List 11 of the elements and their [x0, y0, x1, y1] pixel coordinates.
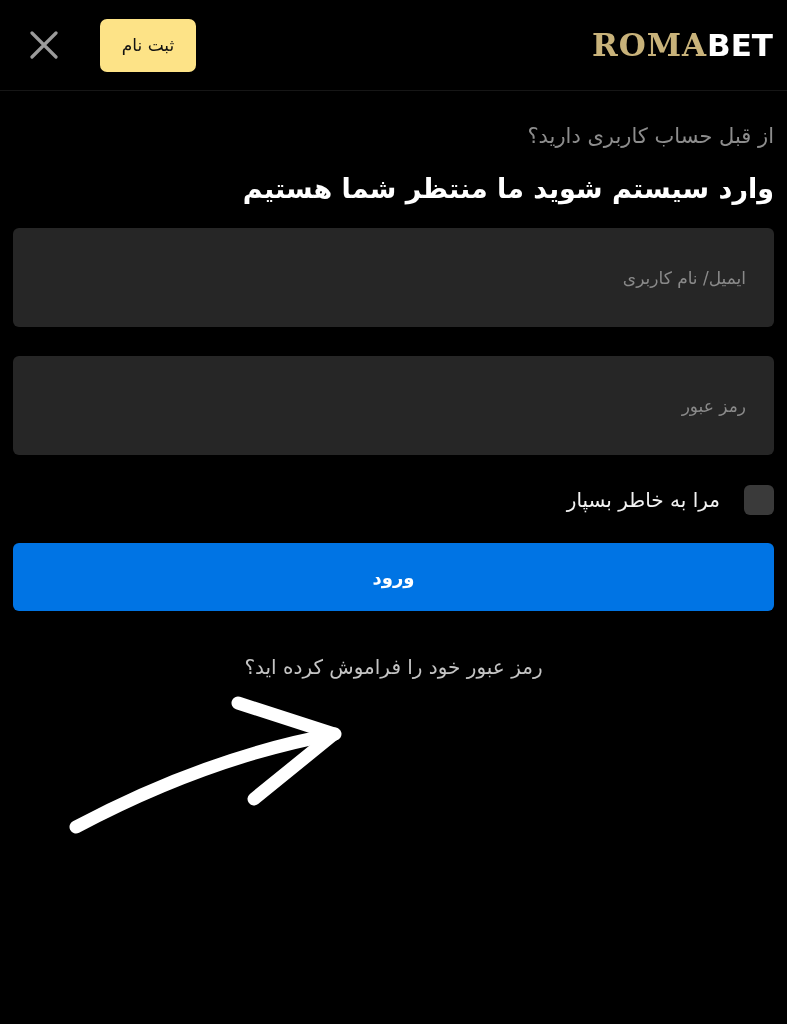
login-heading: وارد سیستم شوید ما منتظر شما هستیم — [242, 172, 774, 207]
close-icon[interactable] — [30, 31, 58, 59]
login-button[interactable]: ورود — [13, 543, 774, 611]
remember-label[interactable]: مرا به خاطر بسپار — [566, 485, 720, 515]
account-prompt: از قبل حساب کاربری دارید؟ — [527, 123, 774, 150]
forgot-password-link[interactable]: رمز عبور خود را فراموش کرده اید؟ — [244, 653, 543, 681]
input-field[interactable]: رمز عبور — [13, 356, 774, 455]
register-button[interactable]: ثبت نام — [100, 18, 196, 72]
remember-checkbox[interactable] — [744, 485, 774, 515]
input-field[interactable]: ایمیل/ نام کاربری — [13, 228, 774, 327]
logo[interactable]: ROMABET — [591, 29, 773, 61]
